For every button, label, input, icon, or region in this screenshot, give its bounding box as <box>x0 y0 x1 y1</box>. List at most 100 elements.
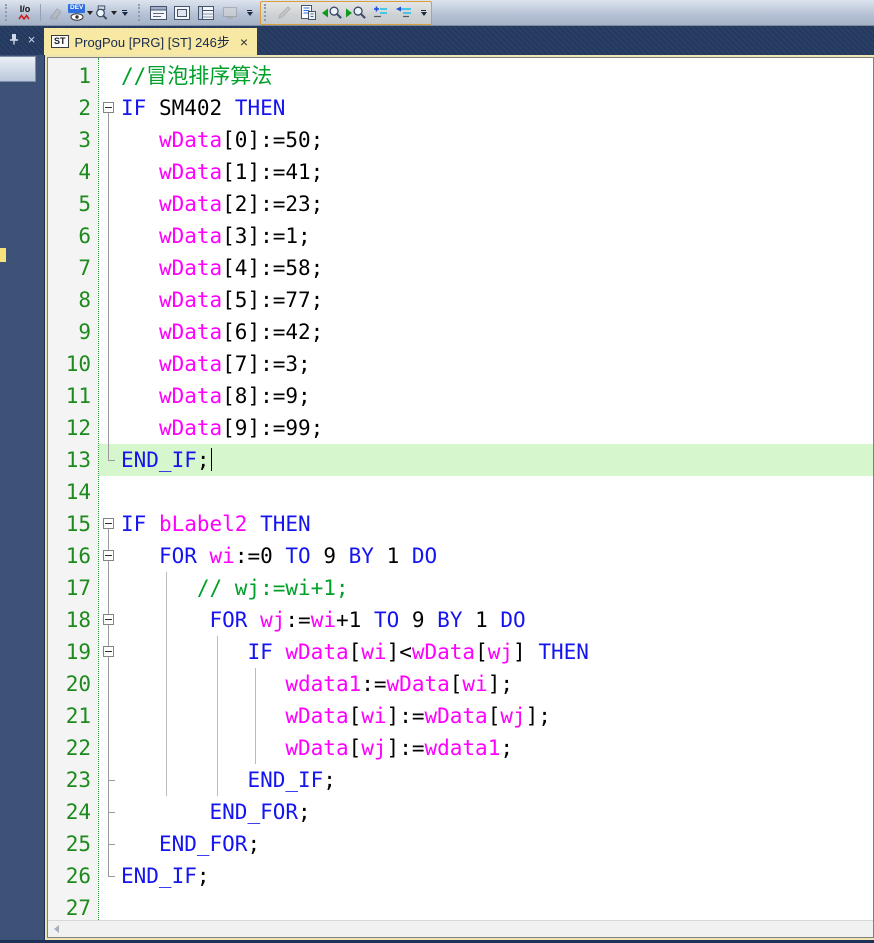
code-line-24[interactable]: 24 END_FOR; <box>48 796 873 828</box>
device-search-icon[interactable] <box>93 2 117 24</box>
code-line-17[interactable]: 17 // wj:=wi+1; <box>48 572 873 604</box>
line-number: 25 <box>48 828 99 860</box>
code-line-19[interactable]: 19 IF wData[wi]<wData[wj] THEN <box>48 636 873 668</box>
line-number: 12 <box>48 412 99 444</box>
horizontal-scrollbar[interactable] <box>48 920 873 937</box>
delete-comment-icon[interactable] <box>392 2 416 24</box>
find-previous-icon[interactable] <box>320 2 344 24</box>
code-line-18[interactable]: 18 FOR wj:=wi+1 TO 9 BY 1 DO <box>48 604 873 636</box>
code-text: //冒泡排序算法 <box>119 60 272 92</box>
monitor-icon[interactable] <box>218 2 242 24</box>
pin-icon[interactable] <box>9 33 19 45</box>
code-line-16[interactable]: 16 FOR wi:=0 TO 9 BY 1 DO <box>48 540 873 572</box>
toolbar-grip-handle[interactable] <box>264 4 268 21</box>
code-line-3[interactable]: 3 wData[0]:=50; <box>48 124 873 156</box>
code-line-12[interactable]: 12 wData[9]:=99; <box>48 412 873 444</box>
code-text: END_IF; <box>119 444 212 476</box>
code-line-9[interactable]: 9 wData[6]:=42; <box>48 316 873 348</box>
document-lines-icon[interactable] <box>296 2 320 24</box>
code-line-8[interactable]: 8 wData[5]:=77; <box>48 284 873 316</box>
code-line-27[interactable]: 27 <box>48 892 873 920</box>
line-number: 24 <box>48 796 99 828</box>
io-crossref-icon[interactable]: I/o <box>13 2 37 24</box>
fold-collapse-icon[interactable] <box>99 508 119 540</box>
side-panel-scroll <box>0 56 36 82</box>
code-line-7[interactable]: 7 wData[4]:=58; <box>48 252 873 284</box>
device-write-icon[interactable] <box>44 2 68 24</box>
code-text: wData[3]:=1; <box>119 220 311 252</box>
fold-marker <box>99 252 119 284</box>
tab-progpou[interactable]: ST ProgPou [PRG] [ST] 246步 × <box>44 28 257 55</box>
fold-marker <box>99 892 119 920</box>
fold-marker <box>99 188 119 220</box>
line-number: 7 <box>48 252 99 284</box>
code-line-13[interactable]: 13 END_IF; <box>48 444 873 476</box>
bookmark-marker <box>0 248 6 262</box>
insert-comment-icon[interactable] <box>368 2 392 24</box>
code-line-1[interactable]: 1 //冒泡排序算法 <box>48 60 873 92</box>
fold-collapse-icon[interactable] <box>99 604 119 636</box>
line-number: 23 <box>48 764 99 796</box>
code-text: wData[9]:=99; <box>119 412 323 444</box>
fold-collapse-icon[interactable] <box>99 636 119 668</box>
code-line-22[interactable]: 22 wData[wj]:=wdata1; <box>48 732 873 764</box>
fold-collapse-icon[interactable] <box>99 92 119 124</box>
code-text: wdata1:=wData[wi]; <box>119 668 513 700</box>
fold-collapse-icon[interactable] <box>99 540 119 572</box>
toolbar-overflow-icon[interactable] <box>418 5 429 21</box>
line-number: 8 <box>48 284 99 316</box>
code-text <box>119 892 121 920</box>
code-line-5[interactable]: 5 wData[2]:=23; <box>48 188 873 220</box>
code-line-20[interactable]: 20 wdata1:=wData[wi]; <box>48 668 873 700</box>
fold-marker <box>99 380 119 412</box>
code-text: wData[2]:=23; <box>119 188 323 220</box>
dropdown-caret-icon[interactable] <box>111 11 117 15</box>
code-line-11[interactable]: 11 wData[8]:=9; <box>48 380 873 412</box>
toolbar-overflow-icon[interactable] <box>119 5 130 21</box>
code-line-21[interactable]: 21 wData[wi]:=wData[wj]; <box>48 700 873 732</box>
window-text-icon[interactable] <box>146 2 170 24</box>
line-number: 20 <box>48 668 99 700</box>
toolbar-separator <box>40 4 41 21</box>
fold-marker <box>99 828 119 860</box>
code-line-6[interactable]: 6 wData[3]:=1; <box>48 220 873 252</box>
fold-marker <box>99 124 119 156</box>
code-text <box>119 476 121 508</box>
panel-close-icon[interactable]: × <box>28 33 36 46</box>
st-editor[interactable]: 1 //冒泡排序算法2IF SM402 THEN3 wData[0]:=50;4 … <box>48 58 873 920</box>
edit-icon[interactable] <box>272 2 296 24</box>
code-text: END_FOR; <box>119 828 260 860</box>
toolbar-grip-handle[interactable] <box>5 4 9 21</box>
line-number: 13 <box>48 444 99 476</box>
code-text: // wj:=wi+1; <box>119 572 349 604</box>
code-line-2[interactable]: 2IF SM402 THEN <box>48 92 873 124</box>
scroll-left-icon[interactable] <box>48 921 65 937</box>
line-number: 11 <box>48 380 99 412</box>
line-number: 1 <box>48 60 99 92</box>
tab-close-icon[interactable]: × <box>240 35 248 49</box>
code-line-10[interactable]: 10 wData[7]:=3; <box>48 348 873 380</box>
docked-side-panel[interactable] <box>0 55 44 940</box>
st-language-icon: ST <box>51 35 69 48</box>
fold-marker <box>99 700 119 732</box>
toolbar-overflow-icon[interactable] <box>244 5 255 21</box>
code-line-23[interactable]: 23 END_IF; <box>48 764 873 796</box>
list-view-icon[interactable] <box>194 2 218 24</box>
line-number: 9 <box>48 316 99 348</box>
code-line-26[interactable]: 26END_IF; <box>48 860 873 892</box>
fold-marker <box>99 476 119 508</box>
ide-window: I/o DEV × ST ProgPou [PRG] [ST] 246步 × 1 /… <box>0 0 874 943</box>
find-next-icon[interactable] <box>344 2 368 24</box>
toolbar: I/o DEV <box>0 0 874 26</box>
code-line-14[interactable]: 14 <box>48 476 873 508</box>
code-line-15[interactable]: 15IF bLabel2 THEN <box>48 508 873 540</box>
code-text: END_FOR; <box>119 796 311 828</box>
code-line-4[interactable]: 4 wData[1]:=41; <box>48 156 873 188</box>
line-number: 4 <box>48 156 99 188</box>
code-text: FOR wj:=wi+1 TO 9 BY 1 DO <box>119 604 526 636</box>
window-frame-icon[interactable] <box>170 2 194 24</box>
device-display-icon[interactable]: DEV <box>68 2 93 24</box>
toolbar-grip-handle[interactable] <box>138 4 142 21</box>
code-text: wData[1]:=41; <box>119 156 323 188</box>
code-line-25[interactable]: 25 END_FOR; <box>48 828 873 860</box>
